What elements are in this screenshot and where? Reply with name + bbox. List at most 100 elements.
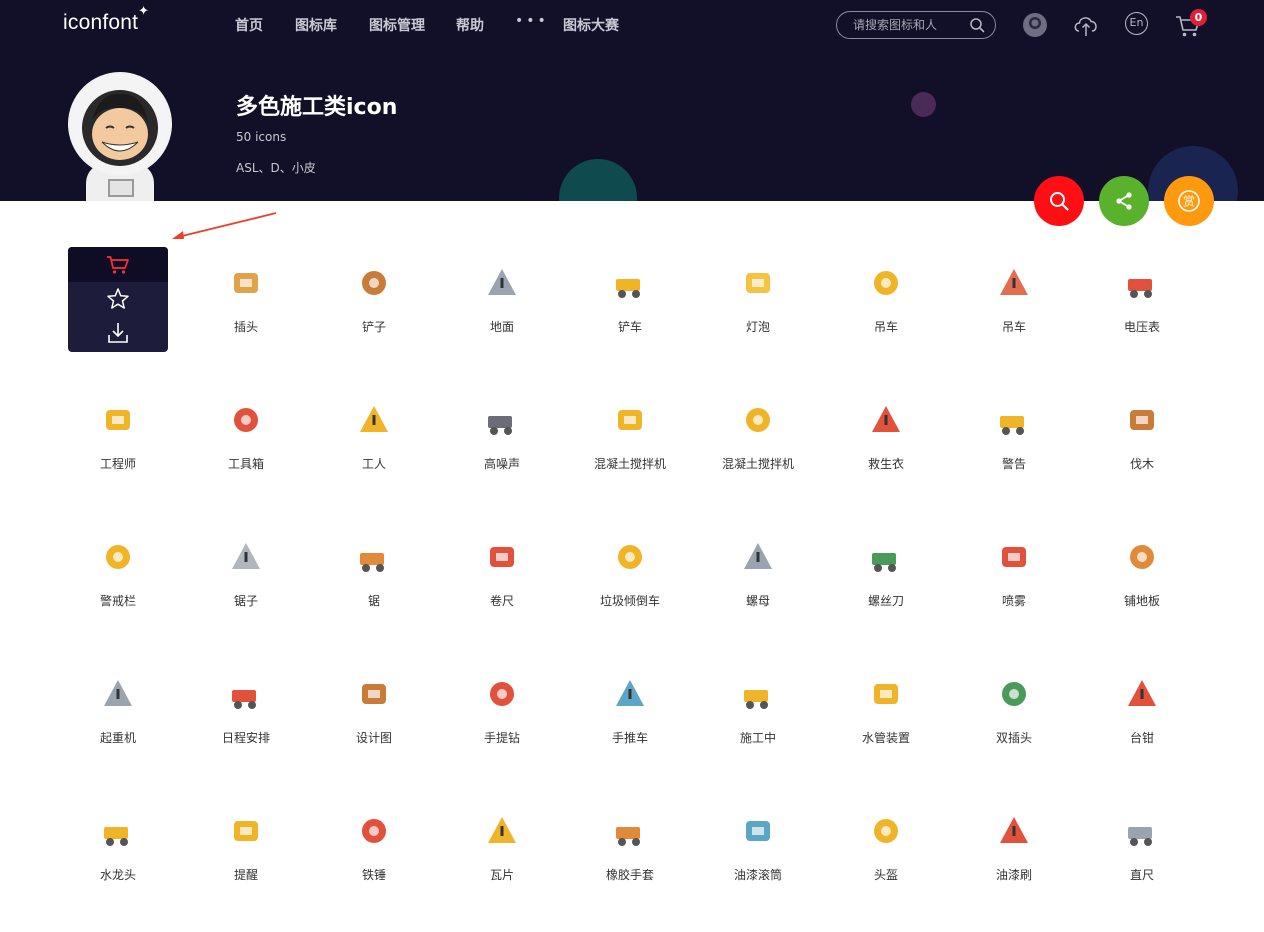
download-icon[interactable]: [106, 321, 130, 345]
icon-item[interactable]: 施工中: [694, 658, 822, 763]
icon-item[interactable]: 地面: [438, 247, 566, 352]
icon-name: 台钳: [1129, 731, 1154, 745]
construction-icon: [1000, 416, 1024, 435]
nav-contest[interactable]: 图标大赛: [563, 15, 619, 35]
construction-icon: [618, 410, 642, 430]
icon-item[interactable]: 工具箱: [182, 384, 310, 489]
icon-item[interactable]: 插头: [182, 247, 310, 352]
icon-item[interactable]: 吊车: [822, 247, 950, 352]
icon-item[interactable]: 起重机: [54, 658, 182, 763]
icon-name: 手推车: [611, 731, 648, 745]
icon-item[interactable]: 油漆刷: [950, 795, 1078, 900]
nav-help[interactable]: 帮助: [456, 15, 484, 35]
construction-icon: [616, 827, 640, 846]
icon-item[interactable]: 水管装置: [822, 658, 950, 763]
icon-item[interactable]: 锯: [310, 521, 438, 626]
icon-name: 起重机: [99, 731, 136, 745]
icon-item[interactable]: 头盔: [822, 795, 950, 900]
icon-item[interactable]: 铁锤: [310, 795, 438, 900]
nav-home[interactable]: 首页: [235, 15, 263, 35]
favorite-star-icon[interactable]: [106, 287, 130, 311]
icon-item[interactable]: 救生衣: [822, 384, 950, 489]
construction-icon: [104, 680, 132, 706]
share-icon: [1116, 192, 1132, 210]
construction-icon: [618, 545, 642, 569]
icon-name: 螺母: [745, 594, 770, 608]
icon-item[interactable]: 螺母: [694, 521, 822, 626]
icon-item[interactable]: 混凝土搅拌机: [566, 384, 694, 489]
add-to-cart-icon[interactable]: [106, 255, 130, 275]
icon-item[interactable]: 铲车: [566, 247, 694, 352]
icon-item[interactable]: 直尺: [1078, 795, 1206, 900]
icon-name: 螺丝刀: [867, 594, 904, 608]
icon-item[interactable]: 橡胶手套: [566, 795, 694, 900]
icon-item[interactable]: 混凝土搅拌机: [694, 384, 822, 489]
construction-icon: [746, 408, 770, 432]
icon-item[interactable]: 手推车: [566, 658, 694, 763]
construction-icon: [360, 406, 388, 432]
icon-item[interactable]: 伐木: [1078, 384, 1206, 489]
icon-item[interactable]: 锯子: [182, 521, 310, 626]
search-icon[interactable]: [969, 17, 985, 33]
icon-name: 设计图: [355, 731, 392, 745]
icon-item[interactable]: 手提钻: [438, 658, 566, 763]
author-avatar[interactable]: [68, 72, 172, 176]
icon-item[interactable]: 垃圾倾倒车: [566, 521, 694, 626]
user-avatar-icon[interactable]: [1022, 12, 1048, 38]
icon-name: 插头: [233, 320, 258, 334]
icon-item[interactable]: 台钳: [1078, 658, 1206, 763]
icon-name: 混凝土搅拌机: [721, 457, 794, 471]
top-navigation: iconfont✦ 首页 图标库 图标管理 帮助 ••• 图标大赛 En: [0, 0, 1264, 50]
nav-icon-management[interactable]: 图标管理: [369, 15, 425, 35]
icon-item[interactable]: 日程安排: [182, 658, 310, 763]
search-box: [836, 11, 996, 39]
icon-name: 喷雾: [1001, 594, 1026, 608]
icon-item[interactable]: 铲子: [310, 247, 438, 352]
icon-item[interactable]: 警戒栏: [54, 521, 182, 626]
icon-item[interactable]: 铺地板: [1078, 521, 1206, 626]
icon-item[interactable]: 吊车: [950, 247, 1078, 352]
upload-cloud-icon[interactable]: [1072, 12, 1100, 38]
construction-icon: [1128, 827, 1152, 846]
icon-item[interactable]: 提醒: [182, 795, 310, 900]
construction-icon: [488, 817, 516, 843]
icon-item[interactable]: 设计图: [310, 658, 438, 763]
icon-item[interactable]: 螺丝刀: [822, 521, 950, 626]
icon-item[interactable]: 警告: [950, 384, 1078, 489]
icon-item[interactable]: 灯泡: [694, 247, 822, 352]
construction-icon: [616, 279, 640, 298]
construction-icon: [746, 821, 770, 841]
construction-icon: [362, 684, 386, 704]
site-logo[interactable]: iconfont✦: [63, 3, 149, 35]
icon-name: 吊车: [873, 320, 898, 334]
icon-name: 地面: [489, 320, 514, 334]
construction-icon: [1002, 547, 1026, 567]
construction-icon: [234, 821, 258, 841]
project-banner: iconfont✦ 首页 图标库 图标管理 帮助 ••• 图标大赛 En: [0, 0, 1264, 201]
icon-item[interactable]: 水龙头: [54, 795, 182, 900]
icon-item[interactable]: 高噪声: [438, 384, 566, 489]
reward-button[interactable]: 赏: [1164, 176, 1214, 226]
cart-count-badge: 0: [1190, 9, 1207, 26]
construction-icon: [1128, 680, 1156, 706]
icon-item[interactable]: 卷尺: [438, 521, 566, 626]
search-project-button[interactable]: [1034, 176, 1084, 226]
icon-item[interactable]: 工程师: [54, 384, 182, 489]
icon-item[interactable]: 喷雾: [950, 521, 1078, 626]
icon-name: 卷尺: [489, 594, 514, 608]
nav-icon-library[interactable]: 图标库: [295, 15, 337, 35]
project-authors[interactable]: ASL、D、小皮: [236, 159, 316, 176]
icon-item[interactable]: 双插头: [950, 658, 1078, 763]
language-switch[interactable]: En: [1125, 12, 1148, 35]
nav-more-button[interactable]: •••: [515, 13, 549, 29]
search-icon: [1050, 192, 1069, 211]
icon-item[interactable]: 电压表: [1078, 247, 1206, 352]
icon-item[interactable]: 油漆滚筒: [694, 795, 822, 900]
search-input[interactable]: [853, 16, 963, 34]
construction-icon: [746, 273, 770, 293]
share-button[interactable]: [1099, 176, 1149, 226]
construction-icon: [234, 408, 258, 432]
icon-item[interactable]: 瓦片: [438, 795, 566, 900]
construction-icon: [874, 819, 898, 843]
icon-item[interactable]: 工人: [310, 384, 438, 489]
